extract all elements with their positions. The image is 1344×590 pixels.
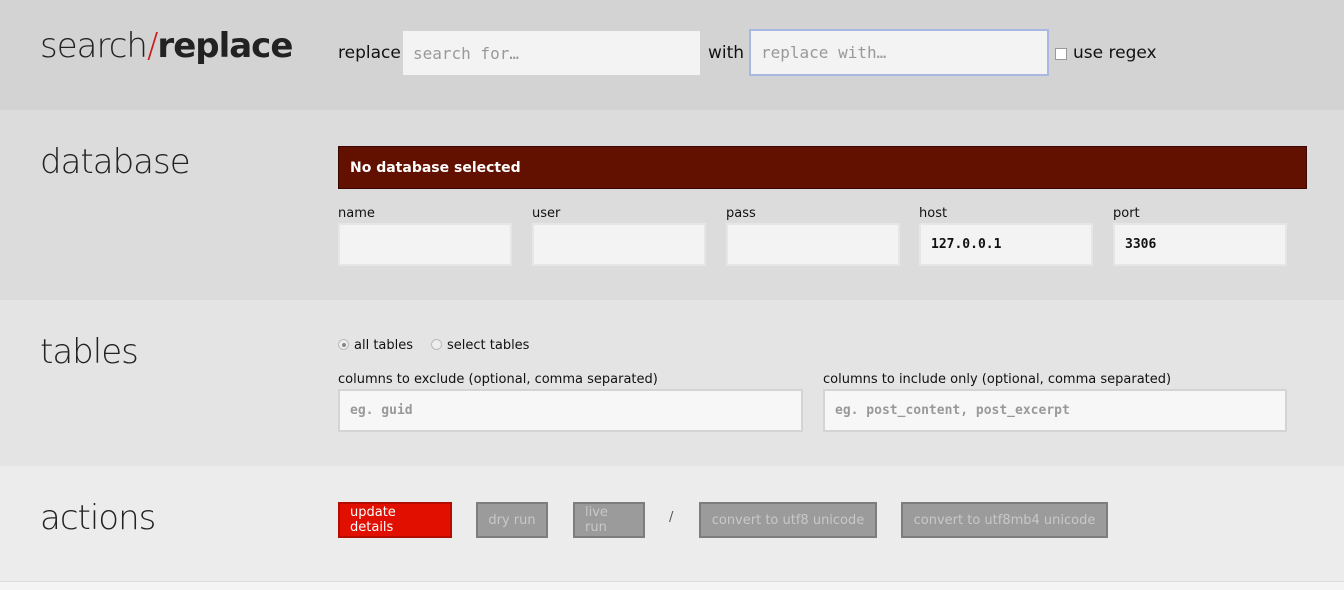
radio-select-label: select tables xyxy=(447,338,530,353)
host-input[interactable]: 127.0.0.1 xyxy=(919,223,1093,266)
actions-heading: actions xyxy=(40,498,156,538)
search-input[interactable]: search for… xyxy=(403,31,700,75)
include-input[interactable]: eg. post_content, post_excerpt xyxy=(823,389,1287,432)
replace-input[interactable]: replace with… xyxy=(749,29,1049,76)
dry-run-button[interactable]: dry run xyxy=(476,502,548,538)
user-input[interactable] xyxy=(532,223,706,266)
header-section: search/replace replace search for… with … xyxy=(0,0,1344,110)
radio-icon[interactable] xyxy=(431,339,442,350)
regex-checkbox[interactable] xyxy=(1055,48,1067,60)
radio-all-tables[interactable]: all tables xyxy=(338,338,413,353)
actions-section: actions update details dry run live run … xyxy=(0,466,1344,582)
no-database-alert: No database selected xyxy=(338,146,1307,189)
radio-all-label: all tables xyxy=(354,338,414,353)
field-label-name: name xyxy=(338,206,375,221)
update-details-button[interactable]: update details xyxy=(338,502,452,538)
convert-utf8-button[interactable]: convert to utf8 unicode xyxy=(699,502,877,538)
database-section: database No database selected name user … xyxy=(0,110,1344,300)
convert-utf8mb4-button[interactable]: convert to utf8mb4 unicode xyxy=(901,502,1108,538)
tables-heading: tables xyxy=(40,332,139,372)
exclude-input[interactable]: eg. guid xyxy=(338,389,803,432)
regex-label: use regex xyxy=(1073,43,1157,63)
separator: / xyxy=(669,510,674,525)
title-search: search xyxy=(40,26,148,66)
field-label-host: host xyxy=(919,206,948,221)
radio-icon[interactable] xyxy=(338,339,349,350)
live-run-button[interactable]: live run xyxy=(573,502,645,538)
title-slash: / xyxy=(146,26,159,66)
field-label-pass: pass xyxy=(726,206,756,221)
name-input[interactable] xyxy=(338,223,512,266)
field-label-user: user xyxy=(532,206,561,221)
exclude-label: columns to exclude (optional, comma sepa… xyxy=(338,372,658,387)
app-title: search/replace xyxy=(40,26,293,66)
port-input[interactable]: 3306 xyxy=(1113,223,1287,266)
replace-label: replace xyxy=(338,43,401,63)
include-label: columns to include only (optional, comma… xyxy=(823,372,1172,387)
database-heading: database xyxy=(40,142,191,182)
field-label-port: port xyxy=(1113,206,1140,221)
radio-select-tables[interactable]: select tables xyxy=(431,338,529,353)
with-label: with xyxy=(708,43,745,63)
tables-section: tables all tables select tables columns … xyxy=(0,300,1344,466)
pass-input[interactable] xyxy=(726,223,900,266)
title-replace: replace xyxy=(157,26,293,66)
